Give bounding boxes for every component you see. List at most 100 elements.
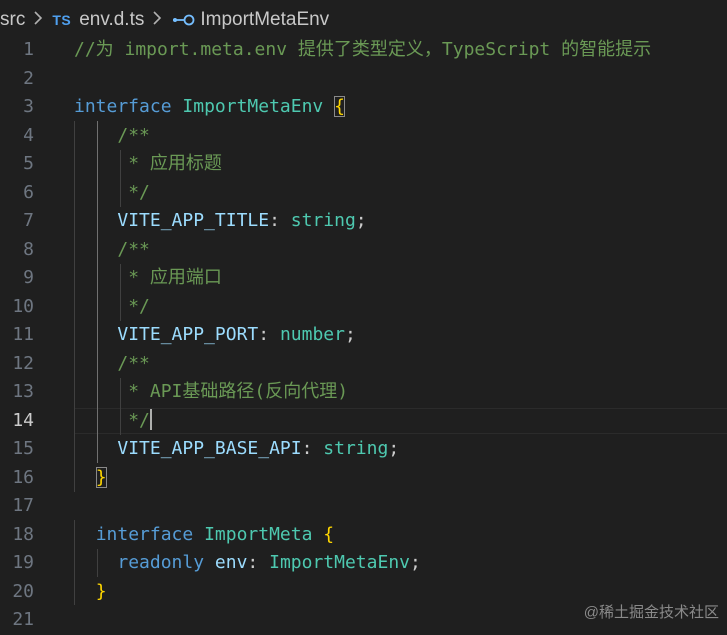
code-text: /** xyxy=(74,236,150,265)
code-token: ; xyxy=(388,438,400,459)
breadcrumb-file[interactable]: TS env.d.ts xyxy=(52,9,144,31)
code-text: interface ImportMeta { xyxy=(74,521,334,550)
code-token: } xyxy=(95,466,107,488)
line-number: 2 xyxy=(23,67,34,89)
code-token: interface xyxy=(74,96,172,117)
code-text: * 应用端口 xyxy=(74,264,222,293)
typescript-file-icon: TS xyxy=(52,12,72,28)
code-token: string xyxy=(290,210,356,231)
code-token: ; xyxy=(344,324,356,345)
line-number: 11 xyxy=(12,324,34,345)
chevron-right-icon xyxy=(34,10,43,30)
code-line[interactable]: 15 VITE_APP_BASE_API: string; xyxy=(0,435,727,464)
line-number: 14 xyxy=(12,409,34,431)
code-text: } xyxy=(74,464,107,493)
code-token: string xyxy=(323,438,389,459)
code-text: */ xyxy=(74,179,150,208)
breadcrumb-symbol[interactable]: ImportMetaEnv xyxy=(171,9,329,31)
code-text: /** xyxy=(74,122,150,151)
code-text: * API基础路径(反向代理) xyxy=(74,378,348,407)
code-token: ImportMetaEnv xyxy=(269,552,410,573)
code-line[interactable]: 4 /** xyxy=(0,122,727,151)
code-token: number xyxy=(279,324,345,345)
line-number: 18 xyxy=(12,523,34,545)
code-line[interactable]: 10 */ xyxy=(0,293,727,322)
code-token: VITE_APP_BASE_API xyxy=(117,438,302,459)
breadcrumb: src TS env.d.ts ImportMetaEnv xyxy=(0,0,727,40)
code-line[interactable]: 7 VITE_APP_TITLE: string; xyxy=(0,207,727,236)
code-text: /** xyxy=(74,350,150,379)
text-cursor xyxy=(149,408,152,430)
code-token: env xyxy=(214,552,248,573)
line-number: 9 xyxy=(23,267,34,288)
code-token: /** xyxy=(117,238,150,260)
code-token: : xyxy=(301,438,324,459)
line-number: 16 xyxy=(12,466,34,488)
code-text: //为 import.meta.env 提供了类型定义，TypeScript 的… xyxy=(74,36,651,65)
chevron-right-icon xyxy=(153,10,162,30)
code-line[interactable]: 6 */ xyxy=(0,179,727,208)
code-text: readonly env: ImportMetaEnv; xyxy=(74,549,420,578)
code-editor[interactable]: 1 //为 import.meta.env 提供了类型定义，TypeScript … xyxy=(0,36,727,630)
code-token: */ xyxy=(128,181,150,203)
line-number: 5 xyxy=(23,153,34,174)
code-token: : xyxy=(258,324,280,345)
code-token: ImportMeta xyxy=(204,523,313,545)
code-text: } xyxy=(74,578,107,607)
code-line[interactable]: 3 interface ImportMetaEnv { xyxy=(0,93,727,122)
code-text: */ xyxy=(74,293,150,322)
code-line[interactable]: 5 * 应用标题 xyxy=(0,150,727,179)
code-line[interactable]: 13 * API基础路径(反向代理) xyxy=(0,378,727,407)
line-number: 3 xyxy=(23,96,34,117)
code-token: readonly xyxy=(117,552,205,573)
code-token: : xyxy=(269,210,291,231)
line-number: 15 xyxy=(12,438,34,459)
code-line[interactable]: 19 readonly env: ImportMetaEnv; xyxy=(0,549,727,578)
code-line[interactable]: 9 * 应用端口 xyxy=(0,264,727,293)
code-text: VITE_APP_TITLE: string; xyxy=(74,207,367,236)
code-line[interactable]: 12 /** xyxy=(0,350,727,379)
code-line[interactable]: 8 /** xyxy=(0,236,727,265)
code-token: * API基础路径(反向代理) xyxy=(128,381,349,402)
code-token: { xyxy=(334,96,345,117)
code-token: ; xyxy=(355,210,367,231)
code-line[interactable]: 18 interface ImportMeta { xyxy=(0,521,727,550)
code-token: * 应用标题 xyxy=(128,153,222,174)
code-line[interactable]: 1 //为 import.meta.env 提供了类型定义，TypeScript … xyxy=(0,36,727,65)
code-token: * 应用端口 xyxy=(128,267,222,288)
code-line[interactable]: 2 xyxy=(0,65,727,94)
code-line[interactable]: 16 } xyxy=(0,464,727,493)
line-number: 4 xyxy=(23,124,34,146)
code-line[interactable]: 14 */ xyxy=(0,407,727,436)
code-token: /** xyxy=(117,352,150,374)
code-token: /** xyxy=(117,124,150,146)
code-line[interactable]: 17 xyxy=(0,492,727,521)
line-number: 13 xyxy=(12,381,34,402)
code-token: interface xyxy=(95,523,194,545)
line-number: 19 xyxy=(12,552,34,573)
breadcrumb-file-label: env.d.ts xyxy=(79,9,145,30)
line-number: 7 xyxy=(23,210,34,231)
breadcrumb-folder[interactable]: src xyxy=(0,9,25,31)
code-text: */ xyxy=(74,407,152,436)
code-line[interactable]: 11 VITE_APP_PORT: number; xyxy=(0,321,727,350)
interface-icon xyxy=(173,14,195,26)
line-number: 1 xyxy=(23,39,34,60)
line-number: 17 xyxy=(12,495,34,516)
